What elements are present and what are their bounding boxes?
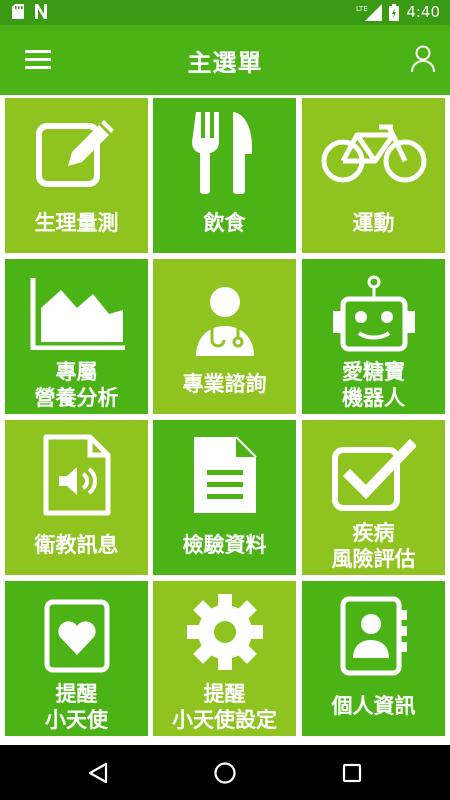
fork-knife-icon <box>191 112 252 194</box>
tile-personal-info[interactable]: 個人資訊 <box>302 581 445 736</box>
doctor-icon <box>195 287 254 356</box>
sd-card-icon <box>12 4 24 19</box>
document-icon <box>193 436 257 513</box>
tile-physiological-measurement[interactable]: 生理量測 <box>5 98 148 253</box>
edit-pencil-icon <box>35 120 114 187</box>
home-icon[interactable] <box>213 761 237 785</box>
system-nav-bar <box>0 745 450 800</box>
tile-professional-consultation[interactable]: 專業諮詢 <box>153 259 296 414</box>
tile-reminder-angel-settings[interactable]: 提醒 小天使設定 <box>153 581 296 736</box>
back-icon[interactable] <box>86 761 110 785</box>
tile-nutrition-analysis[interactable]: 專屬 營養分析 <box>5 259 148 414</box>
tile-robot[interactable]: 愛糖寶 機器人 <box>302 259 445 414</box>
user-profile-icon[interactable] <box>410 45 436 73</box>
area-chart-icon <box>30 278 125 350</box>
audio-file-icon <box>43 434 110 516</box>
recents-icon[interactable] <box>340 761 364 785</box>
signal-icon: LTE <box>356 3 383 21</box>
heart-frame-icon <box>44 599 109 673</box>
app-bar: 主選單 <box>0 25 450 95</box>
main-menu-grid: 生理量測 飲食 運動 專屬 營養分析 專業諮詢 愛糖寶 機器人 衛教訊息 檢驗資… <box>0 95 450 745</box>
tile-exercise[interactable]: 運動 <box>302 98 445 253</box>
page-title: 主選單 <box>187 49 263 77</box>
notification-n-icon <box>35 4 47 19</box>
tile-lab-data[interactable]: 檢驗資料 <box>153 420 296 575</box>
tile-diet[interactable]: 飲食 <box>153 98 296 253</box>
tile-disease-risk[interactable]: 疾病 風險評估 <box>302 420 445 575</box>
checkbox-icon <box>331 438 416 511</box>
status-bar: LTE 4:40 <box>0 0 450 25</box>
battery-icon <box>389 3 400 21</box>
bicycle-icon <box>321 124 426 183</box>
gear-icon <box>186 594 263 670</box>
contact-book-icon <box>340 596 407 676</box>
tile-reminder-angel[interactable]: 提醒 小天使 <box>5 581 148 736</box>
robot-icon <box>332 275 415 352</box>
svg-text:LTE: LTE <box>356 5 368 13</box>
tile-health-education[interactable]: 衛教訊息 <box>5 420 148 575</box>
status-time: 4:40 <box>406 3 440 21</box>
